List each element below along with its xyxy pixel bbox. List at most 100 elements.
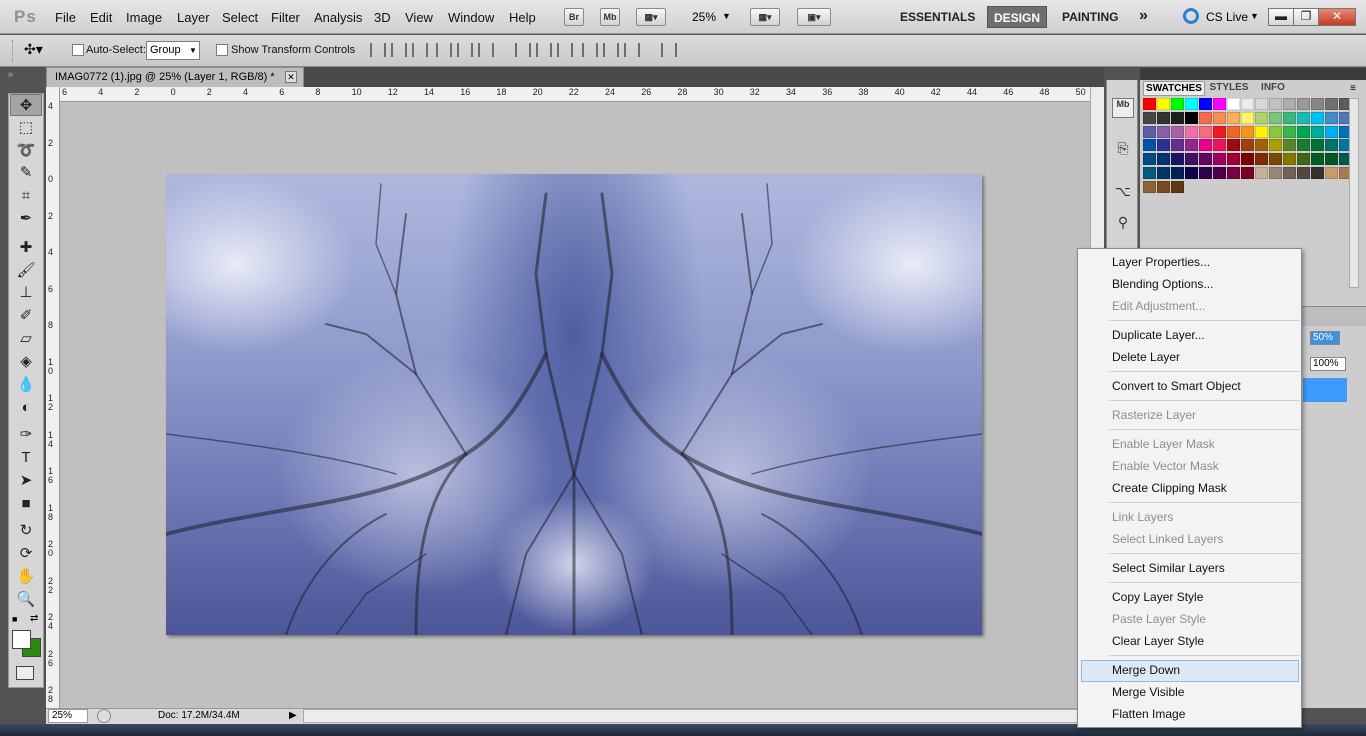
blur-tool-icon[interactable]: 💧 (10, 374, 42, 396)
menu-item-create-clipping-mask[interactable]: Create Clipping Mask (1112, 481, 1227, 495)
opacity-input[interactable]: 50% (1310, 331, 1340, 345)
color-swatch[interactable] (1325, 153, 1338, 166)
distribute-left-icon[interactable] (582, 43, 598, 57)
align-vcenter-icon[interactable] (391, 43, 407, 57)
brush-presets-panel-icon[interactable]: ⌥ (1112, 183, 1134, 203)
color-swatch[interactable] (1171, 166, 1184, 179)
color-swatch[interactable] (1227, 125, 1240, 138)
workspace-design[interactable]: DESIGN (987, 6, 1047, 28)
color-swatch[interactable] (1255, 153, 1268, 166)
color-swatch[interactable] (1171, 111, 1184, 124)
menu-image[interactable]: Image (126, 10, 162, 25)
color-swatch[interactable] (1171, 180, 1184, 193)
color-swatch[interactable] (1311, 166, 1324, 179)
menu-item-clear-layer-style[interactable]: Clear Layer Style (1112, 634, 1204, 648)
distribute-vcenter-icon[interactable] (536, 43, 552, 57)
color-swatch[interactable] (1143, 166, 1156, 179)
color-swatch[interactable] (1283, 153, 1296, 166)
color-swatch[interactable] (1255, 139, 1268, 152)
color-swatch[interactable] (1297, 98, 1310, 110)
clone-stamp-tool-icon[interactable]: ⊥ (10, 282, 42, 304)
color-swatch[interactable] (1171, 98, 1184, 110)
workspace-essentials[interactable]: ESSENTIALS (900, 10, 975, 24)
color-swatch[interactable] (1297, 166, 1310, 179)
minimize-button[interactable]: ▬ (1268, 8, 1294, 26)
color-swatch[interactable] (1269, 111, 1282, 124)
brush-tool-icon[interactable]: 🖌 (10, 260, 42, 282)
menu-file[interactable]: File (55, 10, 76, 25)
color-swatch[interactable] (1283, 98, 1296, 110)
zoom-tool-icon[interactable]: 🔍 (10, 589, 42, 611)
color-swatch[interactable] (1143, 139, 1156, 152)
color-swatch[interactable] (1185, 111, 1198, 124)
document-close-icon[interactable]: ✕ (285, 71, 297, 83)
color-swatch[interactable] (1241, 166, 1254, 179)
color-swatch[interactable] (1269, 125, 1282, 138)
eraser-tool-icon[interactable]: ▱ (10, 328, 42, 350)
healing-brush-tool-icon[interactable]: ✚ (10, 237, 42, 259)
paint-bucket-tool-icon[interactable]: ◈ (10, 351, 42, 373)
align-left-icon[interactable] (436, 43, 452, 57)
arrange-documents-icon[interactable]: ▦▾ (750, 8, 780, 26)
color-swatch[interactable] (1311, 98, 1324, 110)
color-swatch[interactable] (1199, 166, 1212, 179)
move-tool-icon[interactable]: ✥ (10, 94, 42, 116)
color-swatch[interactable] (1199, 98, 1212, 110)
color-swatch[interactable] (1213, 166, 1226, 179)
align-bottom-icon[interactable] (412, 43, 428, 57)
tab-swatches[interactable]: SWATCHES (1143, 81, 1205, 96)
menu-analysis[interactable]: Analysis (314, 10, 362, 25)
color-swatch[interactable] (1171, 125, 1184, 138)
color-swatch[interactable] (1325, 139, 1338, 152)
menu-3d[interactable]: 3D (374, 10, 391, 25)
distribute-hcenter-icon[interactable] (603, 43, 619, 57)
color-swatch[interactable] (1283, 125, 1296, 138)
menu-item-flatten-image[interactable]: Flatten Image (1112, 707, 1185, 721)
horizontal-scrollbar[interactable] (303, 709, 1090, 723)
align-hcenter-icon[interactable] (457, 43, 473, 57)
color-swatch[interactable] (1297, 111, 1310, 124)
color-swatch[interactable] (1297, 153, 1310, 166)
status-options-icon[interactable] (97, 709, 111, 723)
type-tool-icon[interactable]: T (10, 447, 42, 469)
distribute-bottom-icon[interactable] (557, 43, 573, 57)
color-swatch[interactable] (1255, 125, 1268, 138)
document-tab[interactable]: IMAG0772 (1).jpg @ 25% (Layer 1, RGB/8) … (46, 67, 304, 87)
color-swatch[interactable] (1241, 153, 1254, 166)
color-swatch[interactable] (1311, 111, 1324, 124)
color-swatch[interactable] (1157, 166, 1170, 179)
show-transform-checkbox[interactable] (216, 44, 228, 56)
mini-bridge-panel-icon[interactable]: Mb (1112, 98, 1134, 118)
crop-tool-icon[interactable]: ⌗ (10, 185, 42, 207)
color-swatch[interactable] (1185, 153, 1198, 166)
color-swatch[interactable] (1241, 98, 1254, 110)
color-swatch[interactable] (1157, 180, 1170, 193)
color-swatch[interactable] (1143, 111, 1156, 124)
color-swatch[interactable] (1269, 139, 1282, 152)
eyedropper-tool-icon[interactable]: ✒ (10, 208, 42, 230)
path-selection-tool-icon[interactable]: ➤ (10, 470, 42, 492)
color-swatch[interactable] (1213, 139, 1226, 152)
move-tool-preset-icon[interactable]: ✣▾ (24, 41, 43, 58)
auto-align-layers-icon[interactable] (661, 43, 677, 57)
bridge-button[interactable]: Br (564, 8, 584, 26)
color-swatch[interactable] (1241, 125, 1254, 138)
workspace-painting[interactable]: PAINTING (1062, 10, 1118, 24)
color-swatch[interactable] (1241, 139, 1254, 152)
menu-edit[interactable]: Edit (90, 10, 112, 25)
zoom-level-dropdown[interactable]: 25% (692, 10, 716, 24)
color-swatch[interactable] (1297, 139, 1310, 152)
color-swatch[interactable] (1325, 111, 1338, 124)
grip-handle[interactable] (12, 40, 15, 62)
menu-item-merge-down[interactable]: Merge Down (1112, 663, 1180, 677)
color-swatch[interactable] (1157, 111, 1170, 124)
color-swatch[interactable] (1283, 139, 1296, 152)
restore-button[interactable]: ❐ (1293, 8, 1319, 26)
color-swatch[interactable] (1227, 153, 1240, 166)
extras-icon[interactable]: ▦▾ (636, 8, 666, 26)
menu-item-copy-layer-style[interactable]: Copy Layer Style (1112, 590, 1203, 604)
color-swatch[interactable] (1213, 153, 1226, 166)
rectangle-tool-icon[interactable]: ■ (10, 493, 42, 515)
color-swatch[interactable] (1227, 98, 1240, 110)
color-swatch[interactable] (1213, 125, 1226, 138)
